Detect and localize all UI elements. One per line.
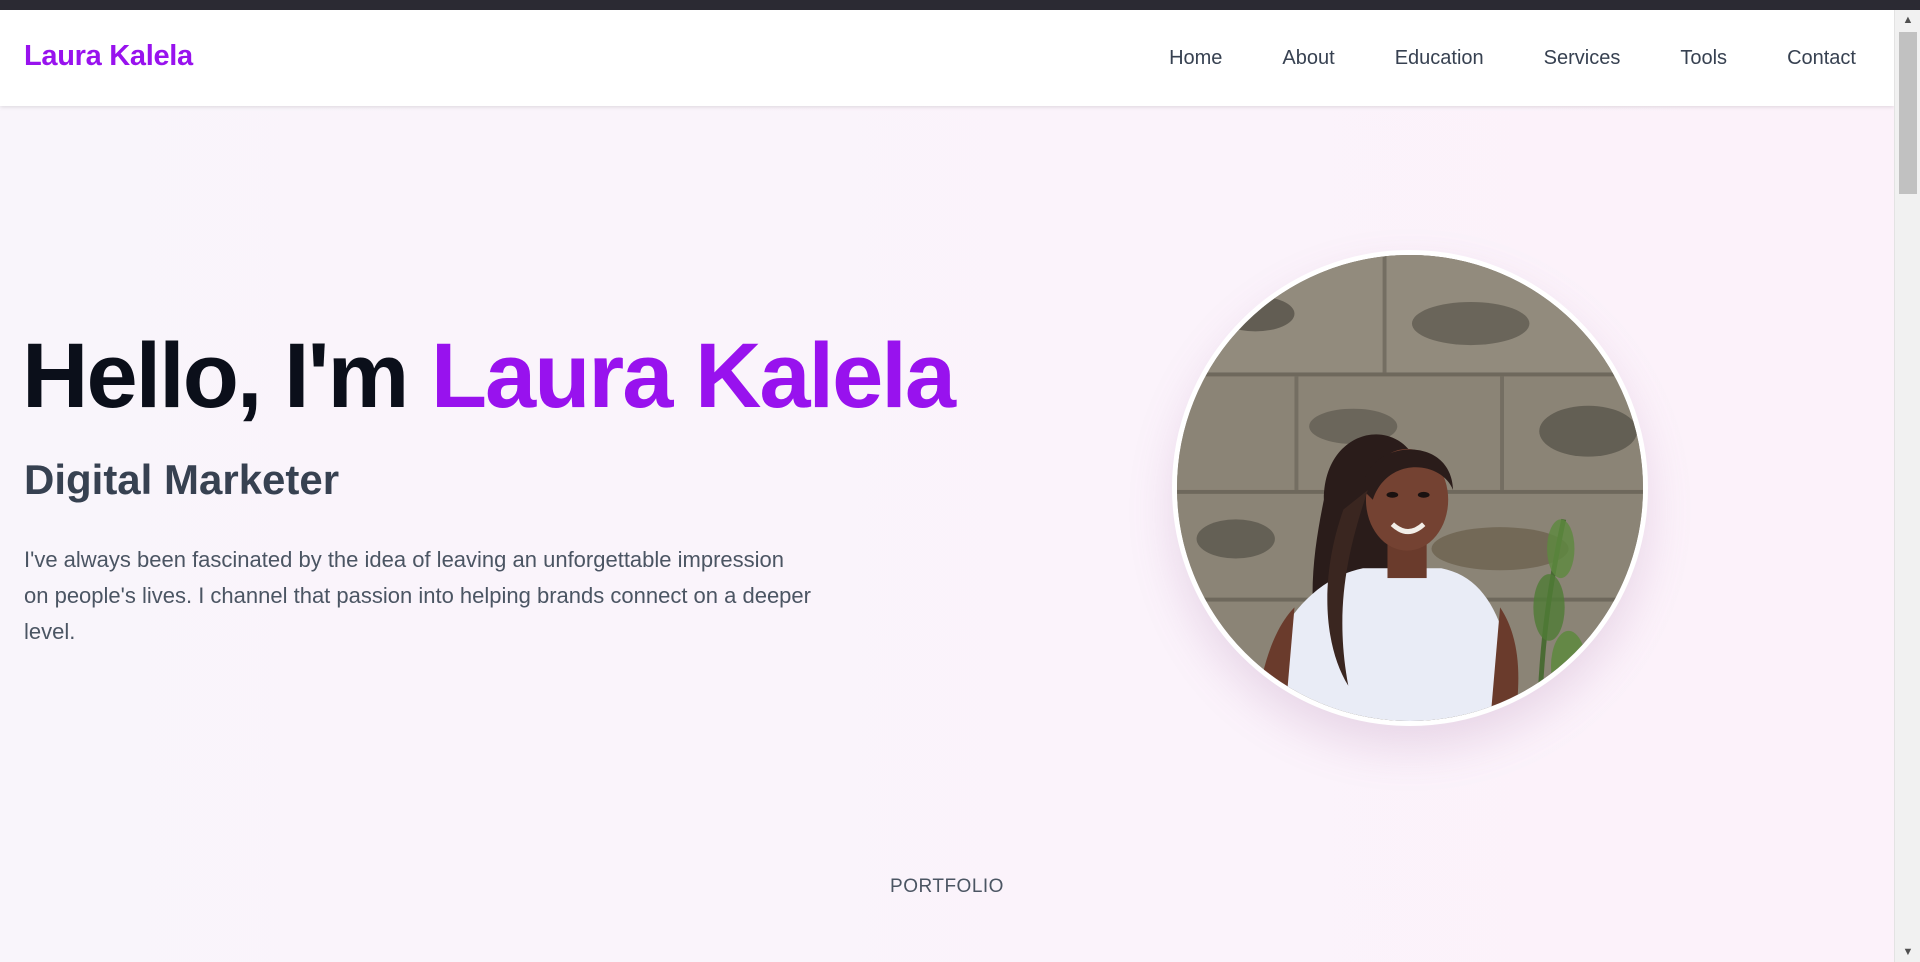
hero-title: Hello, I'm Laura Kalela (22, 330, 956, 422)
hero-greeting: Hello, I'm (22, 325, 431, 427)
nav-link-contact[interactable]: Contact (1787, 47, 1856, 70)
nav-links: Home About Education Services Tools Cont… (1109, 10, 1856, 106)
navbar: Laura Kalela Home About Education Servic… (0, 10, 1894, 106)
hero-name: Laura Kalela (430, 325, 956, 427)
chevron-down-icon[interactable]: ▼ (1895, 942, 1920, 962)
nav-link-services[interactable]: Services (1544, 47, 1621, 70)
scrollbar-thumb[interactable] (1899, 32, 1917, 194)
nav-link-about[interactable]: About (1282, 47, 1334, 70)
hero-role: Digital Marketer (24, 456, 340, 503)
profile-photo-image (1177, 255, 1643, 721)
hero-bio: I've always been fascinated by the idea … (24, 547, 811, 644)
profile-photo (1172, 250, 1648, 726)
nav-link-home[interactable]: Home (1169, 47, 1222, 70)
chevron-up-icon[interactable]: ▲ (1895, 10, 1920, 30)
portfolio-section-label: PORTFOLIO (890, 876, 1004, 897)
vertical-scrollbar[interactable]: ▲ ▼ (1894, 10, 1920, 962)
nav-link-education[interactable]: Education (1395, 47, 1484, 70)
page: Laura Kalela Home About Education Servic… (0, 10, 1894, 962)
nav-link-tools[interactable]: Tools (1680, 47, 1727, 70)
brand-logo[interactable]: Laura Kalela (24, 40, 193, 73)
browser-top-strip (0, 0, 1920, 10)
